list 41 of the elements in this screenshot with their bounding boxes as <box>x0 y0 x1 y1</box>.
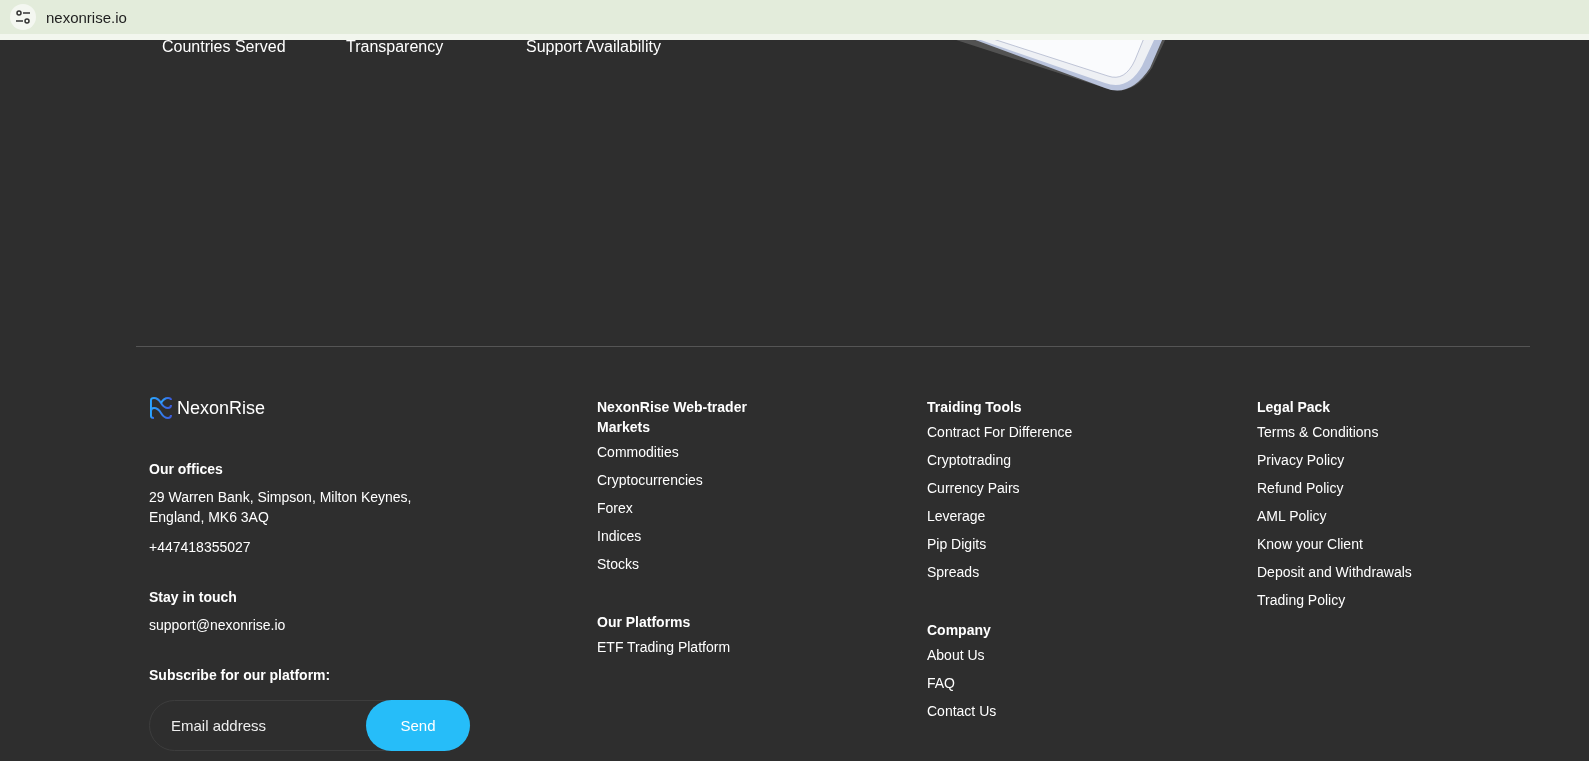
footer-link[interactable]: Contact Us <box>927 701 997 721</box>
logo-icon <box>149 397 173 419</box>
phone-number: +447418355027 <box>149 538 251 557</box>
email-address[interactable]: support@nexonrise.io <box>149 615 286 635</box>
footer-link[interactable]: Refund Policy <box>1257 478 1344 498</box>
stat-label: Countries Served <box>162 38 287 56</box>
section-heading: Stay in touch <box>149 588 237 607</box>
footer-link[interactable]: Contract For Difference <box>927 422 1073 442</box>
footer-link[interactable]: Cryptocurrencies <box>597 470 703 490</box>
stat-label: Support Availability <box>526 38 661 56</box>
footer-link[interactable]: Leverage <box>927 506 986 526</box>
footer-link[interactable]: Forex <box>597 498 633 518</box>
footer-link[interactable]: Cryptotrading <box>927 450 1012 470</box>
section-heading: Traiding Tools <box>927 398 1022 417</box>
site-settings-icon[interactable] <box>10 4 36 30</box>
footer-link[interactable]: Know your Client <box>1257 534 1363 554</box>
footer-link[interactable]: ETF Trading Platform <box>597 637 731 657</box>
section-heading: Company <box>927 621 991 640</box>
footer-link[interactable]: FAQ <box>927 673 955 693</box>
footer-link[interactable]: Trading Policy <box>1257 590 1346 610</box>
footer-link[interactable]: Currency Pairs <box>927 478 1020 498</box>
footer-link[interactable]: Pip Digits <box>927 534 987 554</box>
footer-link[interactable]: Deposit and Withdrawals <box>1257 562 1412 582</box>
office-address: 29 Warren Bank, Simpson, Milton Keynes, England, MK6 3AQ <box>149 488 413 527</box>
email-field[interactable]: Email address <box>171 710 361 741</box>
footer-link[interactable]: About Us <box>927 645 985 665</box>
section-heading: Our Platforms <box>597 613 691 632</box>
url-text[interactable]: nexonrise.io <box>46 8 127 26</box>
footer-link[interactable]: Stocks <box>597 554 639 574</box>
brand-name[interactable]: NexonRise <box>177 397 266 419</box>
section-heading: Our offices <box>149 460 223 479</box>
footer-link[interactable]: Terms & Conditions <box>1257 422 1379 442</box>
section-heading: Legal Pack <box>1257 398 1331 417</box>
footer-link[interactable]: AML Policy <box>1257 506 1327 526</box>
footer-link[interactable]: Privacy Policy <box>1257 450 1345 470</box>
footer-link[interactable]: Spreads <box>927 562 980 582</box>
stat-label: Transparency <box>346 38 445 56</box>
footer-link[interactable]: Indices <box>597 526 642 546</box>
footer-link[interactable]: Commodities <box>597 442 679 462</box>
section-heading: Subscribe for our platform: <box>149 666 331 685</box>
section-heading: NexonRise Web-trader Markets <box>597 398 748 437</box>
